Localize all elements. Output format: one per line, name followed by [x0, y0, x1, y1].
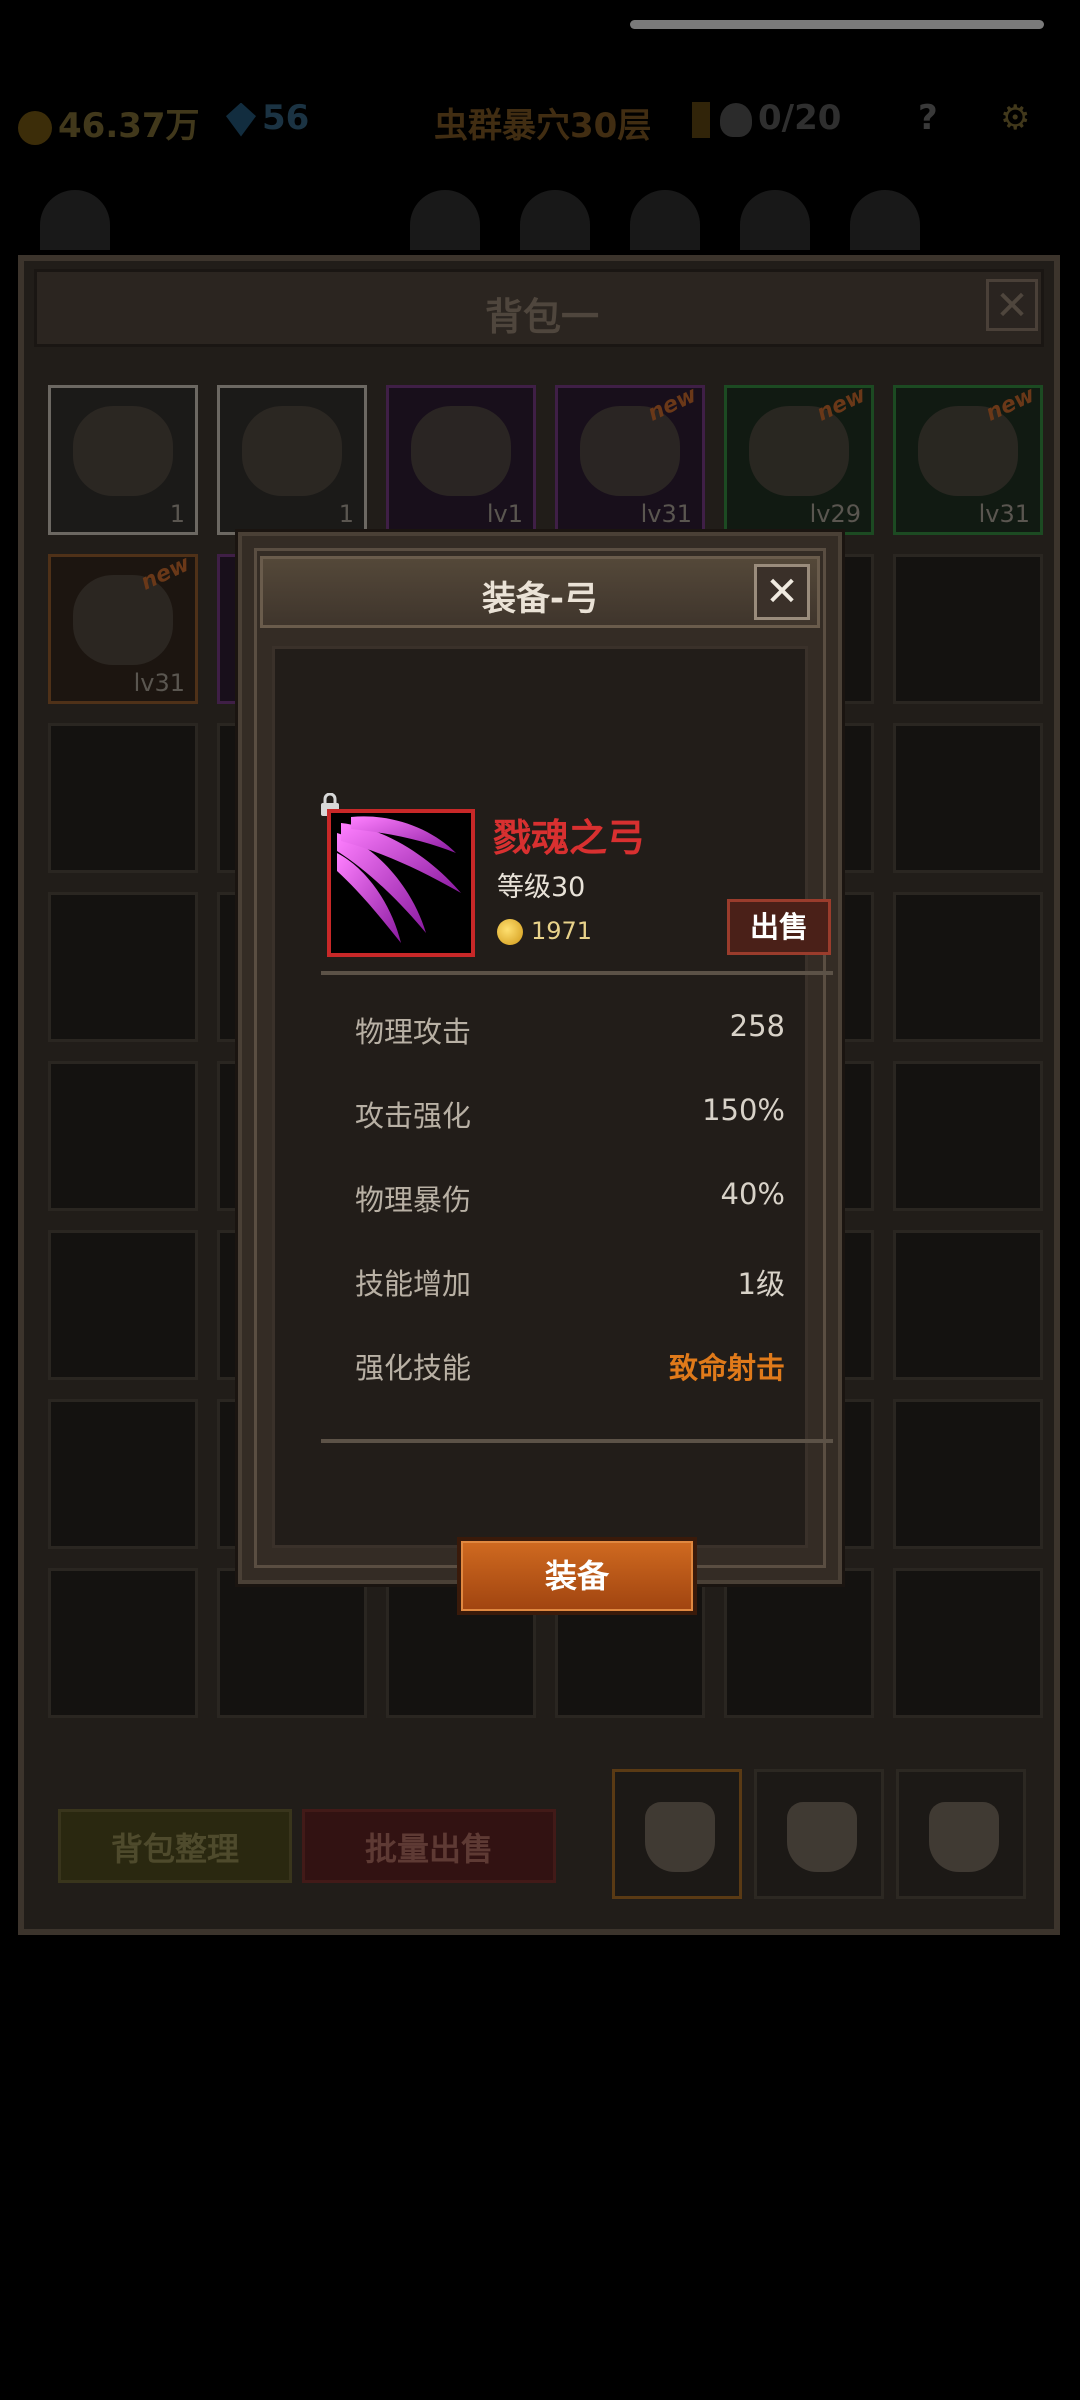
slot-count: lv31 [133, 669, 185, 697]
bow-claw-icon [337, 816, 461, 943]
stat-value: 1级 [737, 1267, 785, 1301]
item-level: 等级30 [497, 872, 586, 903]
stat-row: 技能增加 1级 [355, 1261, 785, 1301]
gold-amount: 46.37万 [58, 106, 200, 146]
bulk-sell-button[interactable]: 批量出售 [302, 1809, 556, 1883]
dialog-close-button[interactable]: ✕ [754, 564, 810, 620]
inventory-slot[interactable] [893, 1568, 1043, 1718]
inventory-slot[interactable]: 1 [217, 385, 367, 535]
sort-backpack-button[interactable]: 背包整理 [58, 1809, 292, 1883]
item-sell-price: 1971 [531, 917, 593, 945]
stat-value: 258 [729, 1009, 785, 1043]
armor-icon [411, 406, 511, 496]
inventory-slot[interactable] [48, 723, 198, 873]
inventory-slot[interactable] [217, 1568, 367, 1718]
stat-label: 物理暴伤 [355, 1183, 472, 1217]
inventory-slot[interactable] [48, 892, 198, 1042]
inventory-slot[interactable]: lv31 new [48, 551, 198, 704]
stat-row: 物理暴伤 40% [355, 1177, 785, 1217]
beer-mug-icon [242, 406, 342, 496]
stat-label: 技能增加 [355, 1267, 472, 1301]
stage-name: 虫群暴穴30层 [434, 106, 652, 146]
key-amount: 0/20 [758, 98, 842, 138]
backpack-icon [645, 1802, 715, 1872]
stat-value: 150% [702, 1093, 785, 1127]
equip-button[interactable]: 装备 [457, 1537, 697, 1615]
item-icon-frame [327, 809, 475, 957]
backpack-tab-2[interactable] [754, 1769, 884, 1899]
sell-button[interactable]: 出售 [727, 899, 831, 955]
backpack-icon [929, 1802, 999, 1872]
hero-avatar [740, 190, 810, 250]
slot-count: lv29 [809, 500, 861, 528]
stat-value: 40% [720, 1177, 785, 1211]
help-button[interactable]: ? [918, 98, 938, 138]
inventory-slot[interactable] [48, 1568, 198, 1718]
slot-count: lv31 [640, 500, 692, 528]
hero-avatar [40, 190, 110, 250]
stat-row: 攻击强化 150% [355, 1093, 785, 1133]
dialog-header: 装备-弓 [260, 556, 820, 628]
dialog-title: 装备-弓 [481, 579, 599, 619]
slot-count: 1 [338, 500, 354, 528]
top-status-bar: 46.37万 56 虫群暴穴30层 0/20 ? ⚙ [0, 80, 1080, 160]
stat-label: 强化技能 [355, 1351, 472, 1385]
gem-counter: 56 [226, 98, 309, 138]
dialog-body: 戮魂之弓 等级30 1971 出售 物理攻击 258 攻击强化 150% 物理暴伤 40%… [272, 646, 833, 1615]
inventory-slot[interactable] [48, 1061, 198, 1211]
key-icon [692, 101, 710, 138]
coin-icon [18, 110, 52, 145]
backpack-close-button[interactable]: ✕ [986, 279, 1038, 331]
inventory-slot[interactable]: 1 [48, 385, 198, 535]
inventory-slot[interactable]: lv29 new [724, 382, 874, 535]
backpack-tab-3[interactable] [896, 1769, 1026, 1899]
new-badge: new [137, 551, 194, 596]
inventory-slot[interactable]: lv31 new [555, 382, 705, 535]
inventory-slot[interactable] [48, 1230, 198, 1380]
settings-gear-icon[interactable]: ⚙ [1000, 98, 1030, 138]
slot-count: 1 [169, 500, 185, 528]
hero-avatar [850, 190, 920, 250]
inventory-slot[interactable] [893, 554, 1043, 704]
skull-icon [720, 102, 752, 137]
inventory-slot[interactable] [893, 723, 1043, 873]
hero-avatar [630, 190, 700, 250]
hero-avatar [520, 190, 590, 250]
stat-row: 物理攻击 258 [355, 1009, 785, 1049]
inventory-slot[interactable]: lv1 [386, 385, 536, 535]
inventory-slot[interactable]: lv31 new [893, 382, 1043, 535]
stat-label: 攻击强化 [355, 1099, 472, 1133]
item-detail-dialog: 装备-弓 ✕ 戮魂之弓 等级30 1971 出售 物理攻击 258 攻击强化 1… [238, 532, 842, 1615]
key-counter: 0/20 [692, 98, 841, 138]
inventory-slot[interactable] [893, 892, 1043, 1042]
backpack-tab-1[interactable] [612, 1769, 742, 1899]
backpack-header: 背包一 [34, 269, 1044, 347]
slot-count: lv31 [978, 500, 1030, 528]
backpack-icon [787, 1802, 857, 1872]
divider [321, 1439, 833, 1443]
party-bar [0, 180, 1080, 250]
new-badge: new [644, 382, 701, 427]
inventory-slot[interactable] [893, 1399, 1043, 1549]
home-indicator [630, 20, 1044, 29]
gem-icon [226, 102, 256, 137]
hero-avatar [410, 190, 480, 250]
new-badge: new [813, 382, 870, 427]
slot-count: lv1 [486, 500, 523, 528]
inventory-slot[interactable] [893, 1230, 1043, 1380]
stat-label: 物理攻击 [355, 1015, 472, 1049]
gold-counter: 46.37万 [18, 98, 200, 147]
stat-value: 致命射击 [668, 1351, 785, 1385]
backpack-title: 背包一 [484, 295, 599, 339]
item-name: 戮魂之弓 [493, 816, 646, 860]
divider [321, 971, 833, 975]
inventory-slot[interactable] [893, 1061, 1043, 1211]
cake-icon [73, 406, 173, 496]
coin-icon [497, 919, 523, 945]
gem-amount: 56 [262, 98, 310, 138]
inventory-slot[interactable] [724, 1568, 874, 1718]
new-badge: new [982, 382, 1039, 427]
stat-row: 强化技能 致命射击 [355, 1345, 785, 1385]
inventory-slot[interactable] [48, 1399, 198, 1549]
